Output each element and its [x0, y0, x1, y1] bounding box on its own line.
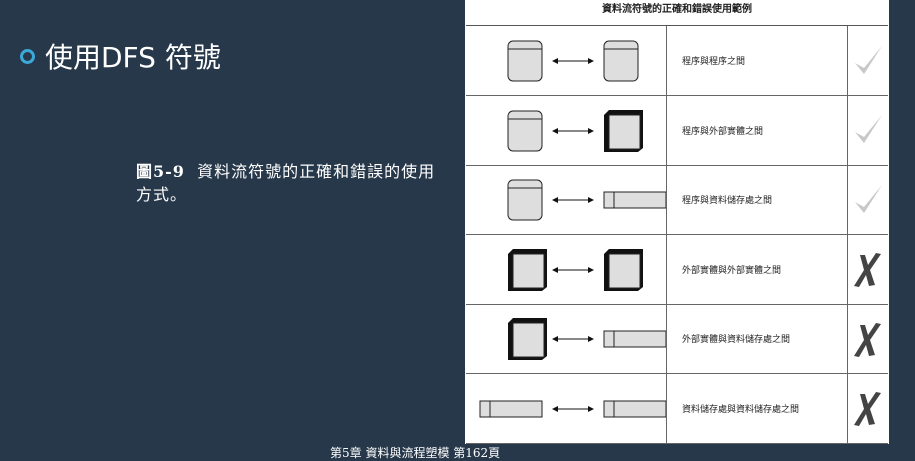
store-symbol-icon: [603, 330, 666, 348]
row-label: 程序與資料儲存處之間: [666, 165, 848, 234]
table-row: 資料儲存處與資料儲存處之間: [466, 373, 888, 444]
row-label: 程序與程序之間: [666, 26, 848, 95]
table-row: 程序與資料儲存處之間: [466, 165, 888, 235]
double-arrow-icon: [552, 336, 594, 342]
figure-number: 圖5-9: [136, 162, 185, 181]
process-symbol-icon: [603, 40, 639, 82]
x-mark-icon: [848, 235, 888, 304]
row-label: 資料儲存處與資料儲存處之間: [666, 373, 848, 443]
checkmark-icon: [848, 26, 888, 95]
double-arrow-icon: [552, 58, 594, 64]
process-symbol-icon: [507, 110, 543, 151]
slide-bullet: 使用DFS 符號: [20, 36, 221, 76]
entity-symbol-icon: [604, 109, 643, 152]
dfd-example-table: 資料流符號的正確和錯誤使用範例 程序與程序之間 程序與外部實體之間 程序與資料儲存處…: [465, 0, 889, 444]
store-symbol-icon: [603, 400, 666, 417]
table-title: 資料流符號的正確和錯誤使用範例: [466, 1, 888, 26]
entity-symbol-icon: [508, 318, 547, 360]
page-footer: 第5章 資料與流程塑模 第162頁: [330, 446, 501, 460]
table-row: 外部實體與外部實體之間: [466, 234, 888, 305]
table-row: 外部實體與資料儲存處之間: [466, 304, 888, 374]
x-mark-icon: [848, 304, 888, 373]
double-arrow-icon: [552, 127, 594, 134]
double-arrow-icon: [552, 405, 594, 412]
double-arrow-icon: [552, 266, 594, 273]
table-row: 程序與程序之間: [466, 26, 888, 96]
store-symbol-icon: [603, 191, 666, 209]
row-figure: [466, 304, 667, 373]
row-label: 程序與外部實體之間: [666, 95, 848, 165]
row-label: 外部實體與資料儲存處之間: [666, 304, 848, 373]
entity-symbol-icon: [508, 248, 547, 291]
process-symbol-icon: [507, 40, 543, 82]
store-symbol-icon: [479, 400, 543, 417]
process-symbol-icon: [507, 179, 543, 221]
x-mark-icon: [848, 374, 888, 443]
row-figure: [466, 234, 667, 304]
double-arrow-icon: [552, 197, 594, 203]
row-figure: [466, 95, 667, 165]
ring-bullet-icon: [20, 48, 35, 64]
row-figure: [466, 26, 667, 95]
figure-caption: 圖5-9 資料流符號的正確和錯誤的使用方式。: [136, 160, 446, 206]
entity-symbol-icon: [604, 248, 643, 291]
row-label: 外部實體與外部實體之間: [666, 234, 848, 304]
checkmark-icon: [848, 165, 888, 234]
table-row: 程序與外部實體之間: [466, 95, 888, 166]
checkmark-icon: [848, 96, 888, 165]
bullet-text: 使用DFS 符號: [45, 41, 221, 74]
row-figure: [466, 165, 667, 234]
row-figure: [466, 373, 667, 443]
